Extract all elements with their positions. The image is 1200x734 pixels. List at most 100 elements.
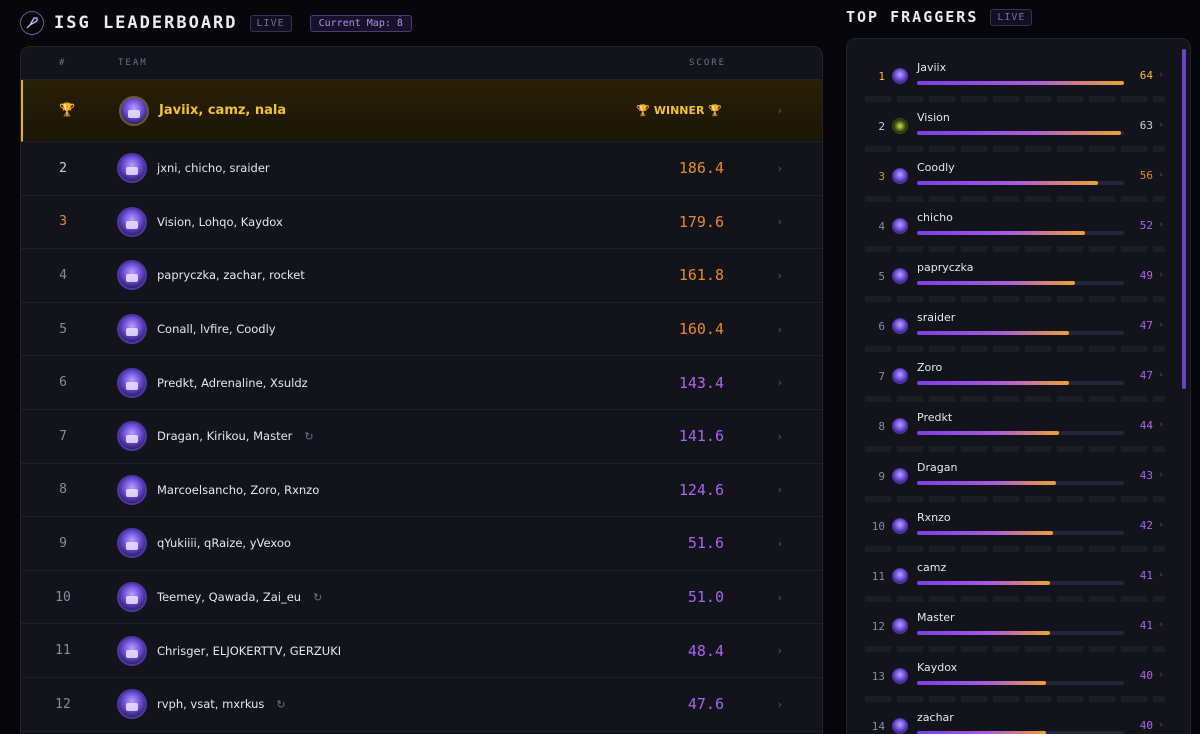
chevron-right-icon[interactable]: › [778,162,782,175]
fragger-item[interactable]: 12 Master 41 › [847,601,1187,652]
fragger-item[interactable]: 4 chicho 52 › [847,201,1187,252]
player-name: Kaydox [917,661,958,674]
chevron-right-icon[interactable]: › [1159,70,1163,80]
team-avatar [117,367,147,398]
table-row[interactable]: 2 jxni, chicho, sraider 186.4 › [21,142,822,196]
fragger-item[interactable]: 9 Dragan 43 › [847,451,1187,502]
frag-bar-track [917,631,1124,635]
player-avatar [892,168,908,184]
table-row[interactable]: 6 Predkt, Adrenaline, Xsuldz 143.4 › [21,356,822,410]
chevron-right-icon[interactable]: › [778,269,782,282]
chevron-right-icon[interactable]: › [778,376,782,389]
team-avatar [117,314,147,345]
fragger-item[interactable]: 5 papryczka 49 › [847,251,1187,302]
team-score: 179.6 [678,212,724,231]
frag-bar-fill [917,231,1086,235]
scrollbar[interactable] [1182,49,1186,389]
fragger-item[interactable]: 7 Zoro 47 › [847,351,1187,402]
chevron-right-icon[interactable]: › [778,323,782,336]
chevron-right-icon[interactable]: › [778,215,782,228]
table-row[interactable]: 7 Dragan, Kirikou, Master ↻ 141.6 › [21,410,822,464]
player-avatar [892,468,908,484]
team-avatar [117,421,147,452]
chevron-right-icon[interactable]: › [778,104,782,117]
top-fraggers-title: TOP FRAGGERS [846,8,979,26]
fragger-item[interactable]: 2 Vision 63 › [847,101,1187,152]
table-row[interactable]: 4 papryczka, zachar, rocket 161.8 › [21,249,822,303]
chevron-right-icon[interactable]: › [1159,670,1163,680]
chevron-right-icon[interactable]: › [778,698,782,711]
team-score: 161.8 [678,266,724,285]
rank-number: 5 [59,321,67,337]
live-badge: LIVE [249,14,292,32]
chevron-right-icon[interactable]: › [1159,220,1163,230]
fragger-rank: 1 [878,70,885,83]
refresh-icon[interactable]: ↻ [304,430,313,443]
team-avatar [117,206,147,237]
chevron-right-icon[interactable]: › [778,483,782,496]
team-members: papryczka, zachar, rocket [157,268,305,283]
refresh-icon[interactable]: ↻ [313,591,322,604]
fraggers-live-badge: LIVE [990,8,1033,26]
player-frags: 42 [1139,519,1153,532]
team-avatar [119,95,149,126]
chevron-right-icon[interactable]: › [1159,520,1163,530]
player-frags: 44 [1139,419,1153,432]
rank-number: 3 [59,214,67,230]
fragger-item[interactable]: 13 Kaydox 40 › [847,651,1187,702]
frag-bar-track [917,481,1124,485]
player-name: Vision [917,111,950,124]
chevron-right-icon[interactable]: › [778,430,782,443]
table-row[interactable]: 3 Vision, Lohqo, Kaydox 179.6 › [21,196,822,250]
team-name: Marcoelsancho, Zoro, Rxnzo [157,483,319,497]
refresh-icon[interactable]: ↻ [276,698,285,711]
table-row[interactable]: 5 Conall, lvfire, Coodly 160.4 › [21,303,822,357]
team-avatar [117,260,147,291]
frag-bar-fill [917,281,1076,285]
player-avatar [892,68,908,84]
fragger-item[interactable]: 6 sraider 47 › [847,301,1187,352]
chevron-right-icon[interactable]: › [1159,720,1163,730]
frag-bar-fill [917,681,1047,685]
top-fraggers-header: TOP FRAGGERS LIVE [846,8,1033,26]
winner-label: 🏆 WINNER 🏆 [636,104,722,117]
chevron-right-icon[interactable]: › [1159,570,1163,580]
table-row[interactable]: 🏆 Javiix, camz, nala 🏆 WINNER 🏆 › [21,80,822,142]
team-name: Predkt, Adrenaline, Xsuldz [157,376,308,390]
chevron-right-icon[interactable]: › [1159,370,1163,380]
fragger-item[interactable]: 10 Rxnzo 42 › [847,501,1187,552]
table-row[interactable]: 12 rvph, vsat, mxrkus ↻ 47.6 › [21,678,822,732]
chevron-right-icon[interactable]: › [778,591,782,604]
player-name: Rxnzo [917,511,951,524]
chevron-right-icon[interactable]: › [1159,620,1163,630]
team-score: 51.6 [687,534,724,553]
chevron-right-icon[interactable]: › [1159,170,1163,180]
table-row[interactable]: 11 Chrisger, ELJOKERTTV, GERZUKI 48.4 › [21,624,822,678]
frag-bar-fill [917,581,1050,585]
chevron-right-icon[interactable]: › [1159,420,1163,430]
fragger-item[interactable]: 11 camz 41 › [847,551,1187,602]
table-row[interactable]: 10 Teemey, Qawada, Zai_eu ↻ 51.0 › [21,571,822,625]
team-members: Dragan, Kirikou, Master [157,429,293,444]
chevron-right-icon[interactable]: › [778,537,782,550]
chevron-right-icon[interactable]: › [778,644,782,657]
chevron-right-icon[interactable]: › [1159,470,1163,480]
fragger-rank: 6 [878,320,885,333]
chevron-right-icon[interactable]: › [1159,120,1163,130]
fragger-item[interactable]: 8 Predkt 44 › [847,401,1187,452]
fragger-rank: 14 [871,720,885,733]
chevron-right-icon[interactable]: › [1159,270,1163,280]
chevron-right-icon[interactable]: › [1159,320,1163,330]
team-members: Teemey, Qawada, Zai_eu [157,590,302,605]
rank-number: 11 [55,643,71,659]
player-name: Zoro [917,361,943,374]
table-row[interactable]: 9 qYukiiii, qRaize, yVexoo 51.6 › [21,517,822,571]
team-avatar [117,635,147,666]
frag-bar-track [917,231,1124,235]
fragger-item[interactable]: 14 zachar 40 › [847,701,1187,734]
fragger-item[interactable]: 3 Coodly 56 › [847,151,1187,202]
team-score: 160.4 [678,320,724,339]
player-name: Coodly [917,161,955,174]
fragger-item[interactable]: 1 Javiix 64 › [847,51,1187,102]
table-row[interactable]: 8 Marcoelsancho, Zoro, Rxnzo 124.6 › [21,464,822,518]
